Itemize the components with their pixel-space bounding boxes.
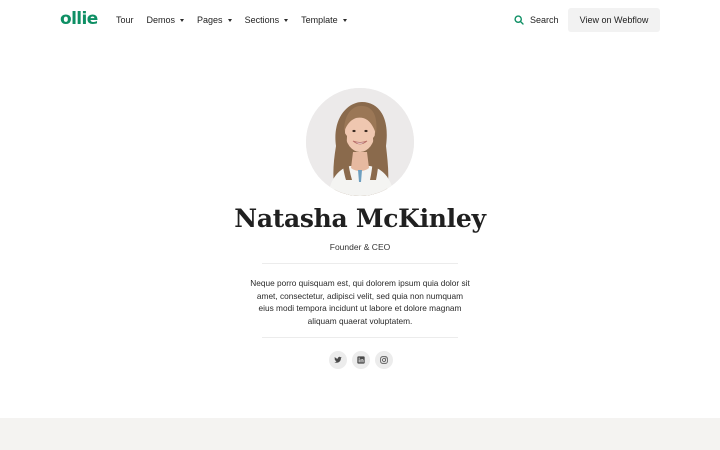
social-links — [329, 351, 393, 369]
caret-down-icon — [342, 19, 347, 22]
nav-item-template[interactable]: Template — [301, 15, 347, 25]
instagram-link[interactable] — [375, 351, 393, 369]
profile-bio: Neque porro quisquam est, qui dolorem ip… — [250, 278, 470, 326]
nav-item-label: Pages — [197, 15, 223, 25]
caret-down-icon — [227, 19, 232, 22]
nav-item-demos[interactable]: Demos — [147, 15, 185, 25]
caret-down-icon — [284, 19, 289, 22]
linkedin-link[interactable] — [352, 351, 370, 369]
main-nav: Tour Demos Pages Sections Template — [116, 0, 360, 40]
search-label: Search — [530, 15, 559, 25]
avatar — [306, 88, 414, 196]
instagram-icon — [380, 356, 388, 364]
view-on-webflow-button[interactable]: View on Webflow — [568, 8, 660, 32]
twitter-link[interactable] — [329, 351, 347, 369]
nav-item-label: Sections — [244, 15, 280, 25]
nav-item-label: Tour — [116, 15, 134, 25]
search-button[interactable]: Search — [514, 0, 559, 40]
footer-section — [0, 418, 720, 450]
logo[interactable]: ollie — [60, 9, 98, 29]
search-icon — [514, 15, 524, 25]
nav-item-label: Template — [301, 15, 338, 25]
profile-role: Founder & CEO — [329, 242, 391, 252]
caret-down-icon — [180, 19, 185, 22]
nav-item-pages[interactable]: Pages — [197, 15, 232, 25]
top-navigation: ollie Tour Demos Pages Sections Template… — [0, 0, 720, 40]
divider — [262, 337, 458, 338]
twitter-icon — [334, 356, 342, 363]
divider — [262, 263, 458, 264]
nav-item-tour[interactable]: Tour — [116, 15, 134, 25]
profile-photo — [306, 88, 414, 196]
nav-item-label: Demos — [146, 15, 176, 25]
profile-name: Natasha McKinley — [234, 204, 486, 233]
nav-item-sections[interactable]: Sections — [245, 15, 289, 25]
linkedin-icon — [357, 356, 365, 364]
